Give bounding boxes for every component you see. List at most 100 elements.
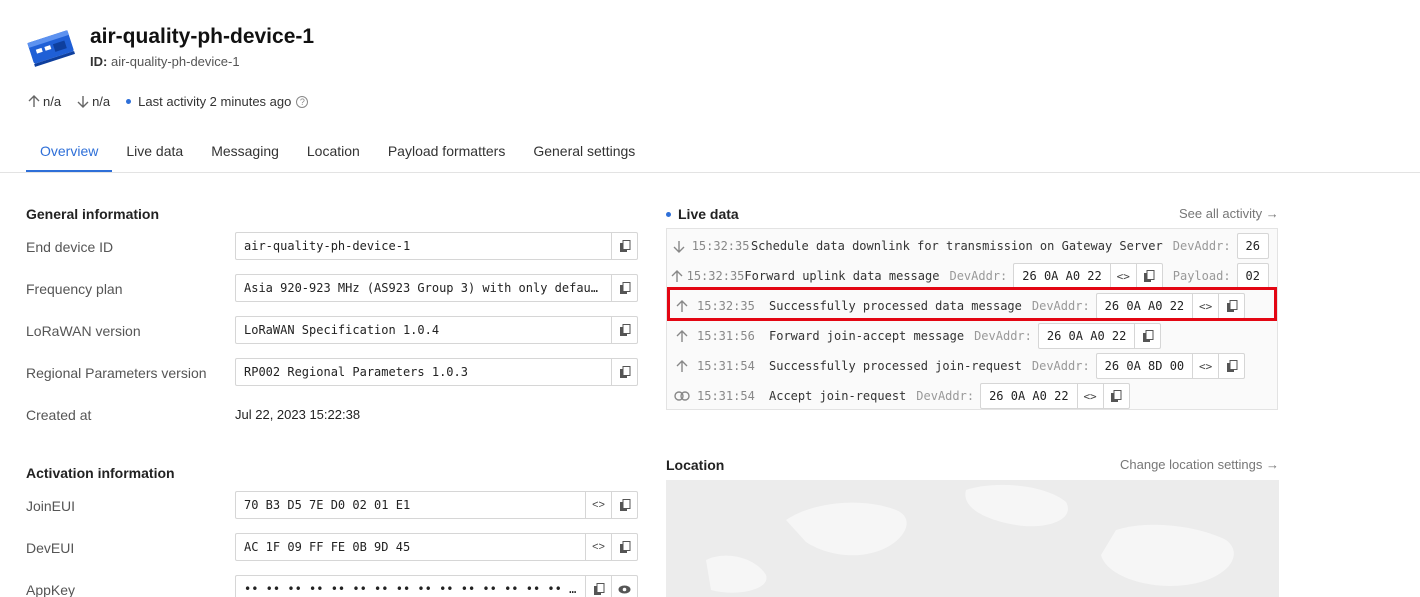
copy-button[interactable] <box>611 317 637 343</box>
highlight-box <box>667 287 1277 321</box>
device-id-label: ID: <box>90 54 108 69</box>
regional-params-value: RP002 Regional Parameters 1.0.3 <box>244 365 468 379</box>
copy-button[interactable] <box>611 534 637 560</box>
toggle-format-button[interactable]: <> <box>1076 384 1103 408</box>
event-row[interactable]: 15:31:54 Successfully processed join-req… <box>667 351 1277 381</box>
toggle-format-button[interactable]: <> <box>585 534 611 560</box>
dev-eui-field: AC 1F 09 FF FE 0B 9D 45 <> <box>235 533 638 561</box>
see-all-activity-link[interactable]: See all activity → <box>1179 206 1279 221</box>
uplink-count: n/a <box>43 94 62 109</box>
event-time: 15:31:54 <box>697 389 755 403</box>
map-landmass <box>965 484 1068 527</box>
devaddr-value: 26 0A A0 22 <box>989 389 1069 403</box>
toggle-format-button[interactable]: <> <box>585 492 611 518</box>
show-key-button[interactable] <box>611 576 637 597</box>
code-icon: <> <box>592 499 605 511</box>
general-info-title: General information <box>26 206 160 222</box>
event-key: DevAddr: <box>1031 359 1090 373</box>
copy-icon <box>593 582 604 595</box>
created-at-label: Created at <box>26 407 92 423</box>
frequency-plan-value: Asia 920-923 MHz (AS923 Group 3) with on… <box>244 281 611 295</box>
arrow-down-icon <box>77 96 89 108</box>
app-key-field: •• •• •• •• •• •• •• •• •• •• •• •• •• •… <box>235 575 638 597</box>
copy-icon <box>1142 329 1154 342</box>
arrow-up-icon <box>667 329 697 343</box>
copy-button[interactable] <box>611 233 637 259</box>
copy-button[interactable] <box>611 359 637 385</box>
device-title: air-quality-ph-device-1 <box>90 25 315 48</box>
help-icon[interactable]: ? <box>296 95 309 108</box>
devaddr-chip: 26 <box>1236 233 1269 259</box>
toggle-format-button[interactable]: <> <box>1109 264 1136 288</box>
copy-button[interactable] <box>1134 324 1160 348</box>
tab-payload-formatters[interactable]: Payload formatters <box>374 130 520 172</box>
tab-location[interactable]: Location <box>293 130 374 172</box>
link-icon <box>667 391 697 401</box>
event-key: DevAddr: <box>949 269 1008 283</box>
lorawan-version-label: LoRaWAN version <box>26 323 141 339</box>
app-key-value: •• •• •• •• •• •• •• •• •• •• •• •• •• •… <box>244 582 584 596</box>
copy-button[interactable] <box>611 275 637 301</box>
event-description: Forward join-accept message <box>769 329 965 343</box>
live-dot <box>666 211 671 217</box>
copy-button[interactable] <box>1218 354 1244 378</box>
event-description: Accept join-request <box>769 389 907 403</box>
event-key: DevAddr: <box>1172 239 1231 253</box>
event-description: Forward uplink data message <box>744 269 940 283</box>
devaddr-value: 26 0A A0 22 <box>1022 269 1102 283</box>
join-eui-value: 70 B3 D5 7E D0 02 01 E1 <box>244 498 411 512</box>
downlink-count: n/a <box>92 94 111 109</box>
copy-button[interactable] <box>585 576 611 597</box>
copy-icon <box>1144 269 1155 282</box>
created-at-value: Jul 22, 2023 15:22:38 <box>235 407 361 422</box>
event-row[interactable]: 15:32:35 Schedule data downlink for tran… <box>667 231 1277 261</box>
event-row[interactable]: 15:31:54 Accept join-request DevAddr: 26… <box>667 381 1277 409</box>
map-landmass <box>1101 524 1234 586</box>
arrow-up-icon <box>28 95 40 107</box>
join-eui-label: JoinEUI <box>26 498 76 514</box>
copy-button[interactable] <box>1135 264 1162 288</box>
regional-params-label: Regional Parameters version <box>26 365 207 381</box>
copy-icon <box>619 239 630 252</box>
join-eui-field: 70 B3 D5 7E D0 02 01 E1 <> <box>235 491 638 519</box>
toggle-format-button[interactable]: <> <box>1192 354 1218 378</box>
app-key-label: AppKey <box>26 582 76 597</box>
change-location-link[interactable]: Change location settings → <box>1120 457 1279 472</box>
device-id-value: air-quality-ph-device-1 <box>110 54 240 69</box>
devaddr-value: 26 0A 8D 00 <box>1104 359 1185 373</box>
dev-eui-value: AC 1F 09 FF FE 0B 9D 45 <box>244 540 411 554</box>
lorawan-version-field: LoRaWAN Specification 1.0.4 <box>235 316 638 344</box>
copy-button[interactable] <box>611 492 637 518</box>
event-description: Successfully processed join-request <box>769 359 1022 373</box>
location-title: Location <box>666 457 725 473</box>
payload-value: 02 <box>1245 269 1260 283</box>
payload-key: Payload: <box>1172 269 1231 283</box>
tab-bar: Overview Live data Messaging Location Pa… <box>26 130 649 172</box>
tab-messaging[interactable]: Messaging <box>197 130 293 172</box>
copy-icon <box>619 281 630 294</box>
copy-icon <box>1226 359 1238 372</box>
code-icon: <> <box>592 541 605 553</box>
end-device-id-value: air-quality-ph-device-1 <box>244 239 411 253</box>
event-key: DevAddr: <box>916 389 975 403</box>
arrow-up-icon <box>667 269 687 283</box>
device-stats: n/a n/a Last activity 2 minutes ago ? <box>28 94 324 109</box>
copy-button[interactable] <box>1102 384 1129 408</box>
payload-chip: 02 <box>1236 263 1269 289</box>
map-landmass <box>706 555 767 593</box>
tab-overview[interactable]: Overview <box>26 130 113 172</box>
tab-live-data[interactable]: Live data <box>112 130 197 172</box>
frequency-plan-field: Asia 920-923 MHz (AS923 Group 3) with on… <box>235 274 638 302</box>
copy-icon <box>619 365 630 378</box>
event-description: Schedule data downlink for transmission … <box>750 239 1163 253</box>
event-row[interactable]: 15:31:56 Forward join-accept message Dev… <box>667 321 1277 351</box>
last-activity-text: Last activity 2 minutes ago <box>138 94 292 109</box>
map-landmass <box>786 502 907 556</box>
devaddr-chip: 26 0A A0 22 <> <box>980 383 1130 409</box>
tab-general-settings[interactable]: General settings <box>519 130 649 172</box>
device-icon <box>26 28 76 68</box>
lorawan-version-value: LoRaWAN Specification 1.0.4 <box>244 323 440 337</box>
last-activity: Last activity 2 minutes ago ? <box>126 94 309 109</box>
devaddr-value: 26 <box>1245 239 1260 253</box>
location-map[interactable] <box>666 480 1279 597</box>
